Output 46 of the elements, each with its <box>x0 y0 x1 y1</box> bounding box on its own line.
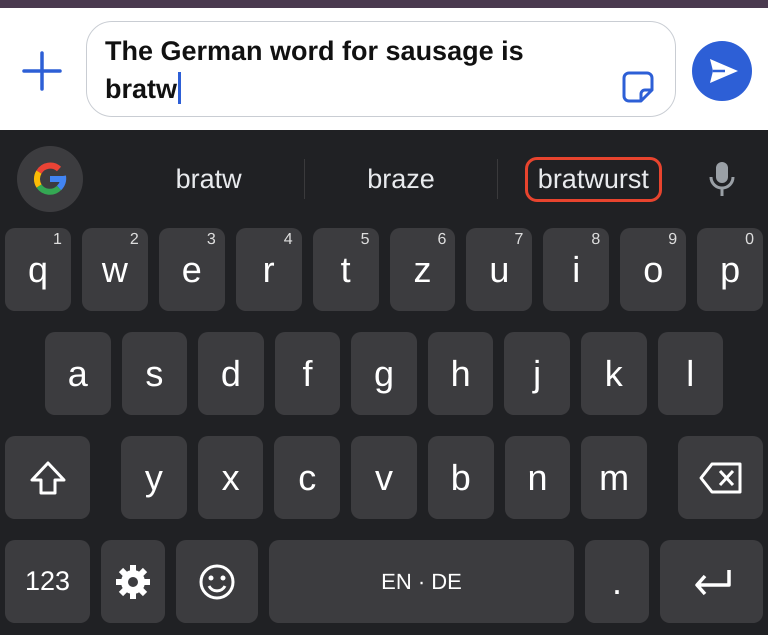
letter-key[interactable]: 6 z <box>390 228 456 311</box>
emoji-key[interactable] <box>176 540 258 623</box>
letter-key[interactable]: . <box>585 540 649 623</box>
letter-key[interactable]: y <box>121 436 187 519</box>
symbols-key[interactable]: 123 <box>5 540 90 623</box>
letter-key[interactable]: k <box>580 332 646 415</box>
letter-key[interactable]: j <box>504 332 570 415</box>
enter-key[interactable] <box>660 540 763 623</box>
letter-key[interactable]: 1 q <box>5 228 71 311</box>
letter-key[interactable]: v <box>351 436 417 519</box>
letter-key[interactable]: b <box>428 436 494 519</box>
sticker-icon[interactable] <box>621 70 655 104</box>
letter-key[interactable]: s <box>122 332 188 415</box>
letter-key[interactable]: g <box>351 332 417 415</box>
letter-key[interactable]: c <box>274 436 340 519</box>
letter-key[interactable]: 4 r <box>236 228 302 311</box>
add-icon[interactable] <box>22 51 62 91</box>
send-icon <box>708 57 740 85</box>
letter-key[interactable]: 5 t <box>312 228 379 311</box>
letter-key[interactable]: x <box>198 436 264 519</box>
letter-key[interactable]: d <box>198 332 264 415</box>
shift-key[interactable] <box>5 436 90 519</box>
letter-key[interactable]: 2 w <box>82 228 148 311</box>
letter-key[interactable]: f <box>274 332 340 415</box>
suggestion[interactable]: bratw <box>162 156 255 202</box>
letter-key[interactable]: m <box>581 436 648 519</box>
letter-key[interactable]: 7 u <box>466 228 532 311</box>
letter-key[interactable]: 9 o <box>620 228 686 311</box>
letter-key[interactable]: 3 e <box>158 228 225 311</box>
letter-key[interactable]: h <box>428 332 494 415</box>
microphone-icon[interactable] <box>708 161 735 197</box>
letter-key[interactable]: n <box>504 436 570 519</box>
gear-icon <box>114 562 152 600</box>
letter-key[interactable]: l <box>658 332 724 415</box>
suggestion[interactable]: bratwurst <box>524 156 662 202</box>
backspace-icon <box>698 460 744 494</box>
shift-icon <box>28 460 68 496</box>
letter-key[interactable]: 0 p <box>697 228 764 311</box>
space-key[interactable]: EN · DE <box>269 540 574 623</box>
backspace-key[interactable] <box>678 436 764 519</box>
message-field[interactable]: The German word for sausage is bratw <box>86 21 676 117</box>
letter-key[interactable]: 8 i <box>543 228 610 311</box>
settings-key[interactable] <box>101 540 165 623</box>
suggestion[interactable]: braze <box>354 156 448 202</box>
letter-key[interactable]: a <box>45 332 111 415</box>
smiley-icon <box>198 562 236 600</box>
